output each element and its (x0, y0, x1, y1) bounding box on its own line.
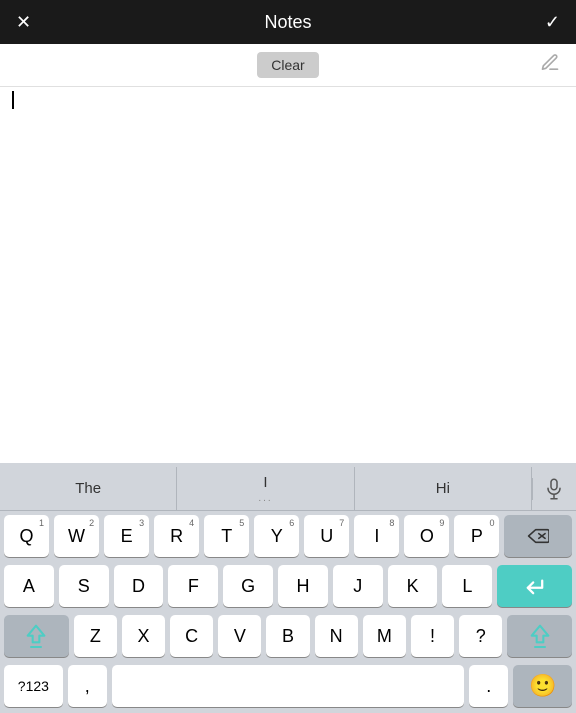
key-n[interactable]: N (315, 615, 358, 657)
key-a[interactable]: A (4, 565, 54, 607)
text-cursor (12, 91, 14, 109)
key-c[interactable]: C (170, 615, 213, 657)
key-x[interactable]: X (122, 615, 165, 657)
header: ✕ Notes ✓ (0, 0, 576, 44)
key-b[interactable]: B (266, 615, 309, 657)
note-toolbar: Clear (0, 44, 576, 86)
key-r[interactable]: 4R (154, 515, 199, 557)
comma-key[interactable]: , (68, 665, 107, 707)
key-k[interactable]: K (388, 565, 438, 607)
autocomplete-item-i[interactable]: I ... (177, 467, 354, 510)
backspace-key[interactable] (504, 515, 572, 557)
emoji-key[interactable]: 🙂 (513, 665, 572, 707)
key-p[interactable]: 0P (454, 515, 499, 557)
confirm-button[interactable]: ✓ (545, 12, 560, 33)
return-key[interactable] (497, 565, 572, 607)
key-row-3: Z X C V B N M ! ? (0, 611, 576, 661)
shift-key-left[interactable] (4, 615, 69, 657)
num-key[interactable]: ?123 (4, 665, 63, 707)
key-y[interactable]: 6Y (254, 515, 299, 557)
key-question[interactable]: ? (459, 615, 502, 657)
key-e[interactable]: 3E (104, 515, 149, 557)
key-l[interactable]: L (442, 565, 492, 607)
autocomplete-text-the: The (75, 480, 101, 497)
key-h[interactable]: H (278, 565, 328, 607)
page-title: Notes (264, 12, 311, 33)
key-j[interactable]: J (333, 565, 383, 607)
key-i[interactable]: 8I (354, 515, 399, 557)
key-exclaim[interactable]: ! (411, 615, 454, 657)
mic-button[interactable] (532, 478, 576, 500)
note-text-area[interactable] (0, 86, 576, 463)
autocomplete-text-i: I (263, 474, 267, 491)
close-button[interactable]: ✕ (16, 12, 31, 33)
key-q[interactable]: 1Q (4, 515, 49, 557)
autocomplete-bar: The I ... Hi (0, 467, 576, 511)
key-m[interactable]: M (363, 615, 406, 657)
key-f[interactable]: F (168, 565, 218, 607)
keyboard: The I ... Hi 1Q 2W 3E 4R 5T 6Y 7U 8I 9O … (0, 463, 576, 713)
clear-button[interactable]: Clear (257, 52, 318, 78)
key-g[interactable]: G (223, 565, 273, 607)
key-s[interactable]: S (59, 565, 109, 607)
key-row-2: A S D F G H J K L (0, 561, 576, 611)
autocomplete-item-hi[interactable]: Hi (355, 467, 532, 510)
key-w[interactable]: 2W (54, 515, 99, 557)
key-o[interactable]: 9O (404, 515, 449, 557)
autocomplete-item-the[interactable]: The (0, 467, 177, 510)
key-v[interactable]: V (218, 615, 261, 657)
period-key[interactable]: . (469, 665, 508, 707)
autocomplete-dots: ... (258, 493, 272, 504)
key-row-1: 1Q 2W 3E 4R 5T 6Y 7U 8I 9O 0P (0, 511, 576, 561)
key-d[interactable]: D (114, 565, 164, 607)
key-t[interactable]: 5T (204, 515, 249, 557)
bottom-row: ?123 , . 🙂 (0, 661, 576, 713)
note-area: Clear (0, 44, 576, 463)
autocomplete-text-hi: Hi (436, 480, 450, 497)
shift-key-right[interactable] (507, 615, 572, 657)
key-u[interactable]: 7U (304, 515, 349, 557)
key-z[interactable]: Z (74, 615, 117, 657)
edit-icon[interactable] (540, 53, 560, 78)
space-key[interactable] (112, 665, 464, 707)
